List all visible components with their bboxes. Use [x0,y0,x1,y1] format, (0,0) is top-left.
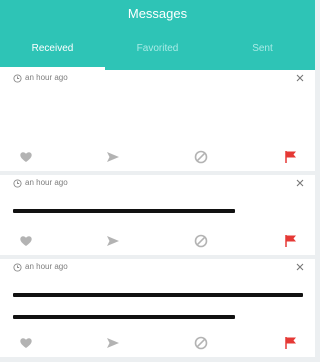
message-actions [0,150,315,166]
flag-icon[interactable] [284,150,298,164]
heart-icon[interactable] [19,336,33,350]
tab-received[interactable]: Received [0,40,105,70]
tab-favorited[interactable]: Favorited [105,40,210,70]
send-icon[interactable] [106,150,120,164]
message-header: an hour ago [0,70,315,88]
page-title: Messages [127,6,188,21]
close-icon[interactable] [296,263,304,271]
heart-icon[interactable] [19,150,33,164]
clock-icon [13,74,22,83]
message-text [0,277,315,328]
message-feed: an hour ago an hour ago an hour ago [0,70,315,357]
app-header: Messages Received Favorited Sent [0,0,315,70]
redacted-text-line [13,284,303,306]
close-icon[interactable] [296,74,304,82]
timestamp: an hour ago [25,178,68,187]
redacted-text-line [13,200,302,222]
heart-icon[interactable] [19,234,33,248]
block-icon[interactable] [194,150,208,164]
clock-icon [13,179,22,188]
message-card: an hour ago [0,175,315,255]
message-text [0,88,315,139]
block-icon[interactable] [194,336,208,350]
close-icon[interactable] [296,179,304,187]
message-card: an hour ago [0,70,315,171]
timestamp: an hour ago [25,73,68,82]
message-header: an hour ago [0,259,315,277]
redaction-bar [13,293,303,297]
timestamp: an hour ago [25,262,68,271]
message-header: an hour ago [0,175,315,193]
message-actions [0,336,315,352]
redaction-bar [13,209,235,213]
block-icon[interactable] [194,234,208,248]
redaction-bar [13,315,235,319]
message-card: an hour ago [0,259,315,357]
send-icon[interactable] [106,336,120,350]
flag-icon[interactable] [284,234,298,248]
message-actions [0,234,315,250]
tab-bar: Received Favorited Sent [0,40,315,70]
send-icon[interactable] [106,234,120,248]
message-text [0,193,315,222]
tab-sent[interactable]: Sent [210,40,315,70]
redacted-text-line [13,306,302,328]
clock-icon [13,263,22,272]
flag-icon[interactable] [284,336,298,350]
